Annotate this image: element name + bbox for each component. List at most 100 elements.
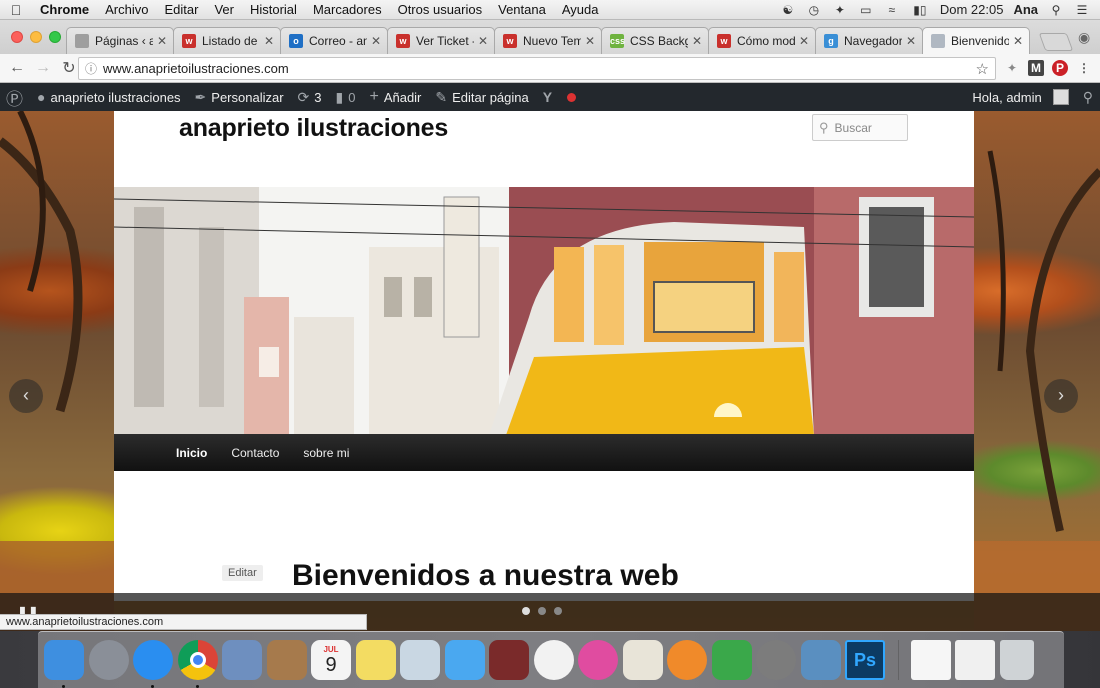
browser-tab[interactable]: w Listado de p ✕: [173, 27, 281, 54]
tab-list: Páginas ‹ an ✕ w Listado de p ✕ o Correo - ana…: [66, 27, 1030, 54]
menu-historial[interactable]: Historial: [242, 2, 305, 17]
menu-user[interactable]: Ana: [1013, 2, 1038, 17]
wp-edit-page[interactable]: ✎ Editar página: [428, 89, 535, 106]
browser-tab[interactable]: o Correo - ana ✕: [280, 27, 388, 54]
nav-item-contacto[interactable]: Contacto: [231, 446, 279, 460]
document-icon[interactable]: [910, 640, 951, 680]
tool-icon[interactable]: ✦: [832, 4, 848, 16]
wp-site-menu[interactable]: ● anaprieto ilustraciones: [30, 89, 188, 105]
page-info-icon[interactable]: ⓘ: [85, 60, 97, 77]
tab-close-icon[interactable]: ✕: [799, 34, 809, 48]
photos-icon[interactable]: [533, 640, 574, 680]
photoshop-icon[interactable]: Ps: [845, 640, 885, 680]
tab-close-icon[interactable]: ✕: [906, 34, 916, 48]
browser-tab[interactable]: Páginas ‹ an ✕: [66, 27, 174, 54]
address-bar[interactable]: ⓘ www.anaprietoilustraciones.com ☆: [78, 57, 996, 80]
close-window-button[interactable]: [11, 31, 23, 43]
numbers-icon[interactable]: [711, 640, 752, 680]
menu-editar[interactable]: Editar: [156, 2, 206, 17]
itunes-icon[interactable]: [578, 640, 618, 680]
wp-my-account[interactable]: Hola, admin: [965, 89, 1075, 105]
browser-tab[interactable]: Bienvenidos ✕: [922, 27, 1030, 54]
tab-close-icon[interactable]: ✕: [692, 34, 702, 48]
menu-clock[interactable]: Dom 22:05: [940, 2, 1004, 17]
tab-close-icon[interactable]: ✕: [1013, 34, 1023, 48]
tab-close-icon[interactable]: ✕: [478, 34, 488, 48]
contacts-icon[interactable]: [266, 640, 307, 680]
notes-icon[interactable]: [355, 640, 396, 680]
notification-center-icon[interactable]: ☰: [1074, 4, 1090, 16]
tab-close-icon[interactable]: ✕: [157, 34, 167, 48]
tab-favicon-icon: o: [289, 34, 303, 48]
menu-ver[interactable]: Ver: [206, 2, 242, 17]
safari-icon[interactable]: [133, 640, 173, 688]
back-button[interactable]: ←: [4, 59, 30, 77]
apple-menu-icon[interactable]: : [0, 2, 32, 18]
profile-icon[interactable]: ◉: [1078, 29, 1090, 46]
nav-item-inicio[interactable]: Inicio: [176, 446, 207, 460]
tab-close-icon[interactable]: ✕: [585, 34, 595, 48]
preview-document-icon[interactable]: [955, 640, 995, 680]
browser-tab[interactable]: css CSS Backgro ✕: [601, 27, 709, 54]
browser-tab[interactable]: w Cómo modif ✕: [708, 27, 816, 54]
airplay-icon[interactable]: ▭: [858, 4, 874, 16]
preview-icon[interactable]: [400, 640, 440, 680]
new-tab-button[interactable]: [1038, 33, 1074, 51]
chrome-icon[interactable]: [177, 640, 218, 688]
zoom-window-button[interactable]: [49, 31, 61, 43]
chrome-menu-icon[interactable]: ⋮: [1076, 60, 1092, 76]
browser-tab[interactable]: g Navegador C ✕: [815, 27, 923, 54]
slideshow-dot[interactable]: [522, 607, 530, 615]
menu-ventana[interactable]: Ventana: [490, 2, 554, 17]
image-capture-icon[interactable]: [800, 640, 841, 680]
edit-page-link[interactable]: Editar: [222, 565, 263, 581]
browser-tab[interactable]: w Ver Ticket - ✕: [387, 27, 495, 54]
creative-cloud-icon[interactable]: ☯: [780, 4, 796, 16]
time-machine-icon[interactable]: ◷: [806, 4, 822, 16]
extension-m-icon[interactable]: M: [1028, 60, 1044, 76]
menu-app-name[interactable]: Chrome: [32, 2, 97, 17]
site-title[interactable]: anaprieto ilustraciones: [179, 114, 448, 143]
textedit-icon[interactable]: [622, 640, 663, 680]
photo-booth-icon[interactable]: [489, 640, 529, 680]
finder-icon[interactable]: [44, 640, 84, 688]
wp-search-button[interactable]: ⚲: [1076, 89, 1100, 106]
menu-marcadores[interactable]: Marcadores: [305, 2, 390, 17]
minimize-window-button[interactable]: [30, 31, 42, 43]
mail-icon[interactable]: [222, 640, 262, 680]
menu-archivo[interactable]: Archivo: [97, 2, 156, 17]
menu-otros-usuarios[interactable]: Otros usuarios: [390, 2, 491, 17]
wp-new-content[interactable]: + Añadir: [362, 88, 428, 106]
wp-updates[interactable]: ⟳ 3: [291, 89, 329, 106]
launchpad-icon[interactable]: [88, 640, 129, 680]
menu-ayuda[interactable]: Ayuda: [554, 2, 607, 17]
pinterest-icon[interactable]: P: [1052, 60, 1068, 76]
updates-icon: ⟳: [297, 88, 310, 105]
ibooks-icon[interactable]: [667, 640, 707, 680]
plus-icon: +: [369, 88, 379, 105]
wp-customize[interactable]: ✒ Personalizar: [188, 89, 291, 106]
search-input[interactable]: ⚲ Buscar: [812, 114, 908, 141]
wp-logo-menu[interactable]: Ⓟ: [0, 85, 30, 110]
trash-icon[interactable]: [999, 640, 1034, 680]
nav-item-sobre-mi[interactable]: sobre mi: [303, 446, 349, 460]
slideshow-prev-button[interactable]: ‹: [9, 379, 43, 413]
browser-tab[interactable]: w Nuevo Tema ✕: [494, 27, 602, 54]
slideshow-dot[interactable]: [538, 607, 546, 615]
battery-icon[interactable]: ▮▯: [910, 4, 930, 16]
bookmark-star-icon[interactable]: ☆: [976, 60, 989, 78]
slideshow-dot[interactable]: [554, 607, 562, 615]
extension-icon[interactable]: ✦: [1004, 60, 1020, 76]
system-preferences-icon[interactable]: [756, 640, 796, 680]
forward-button[interactable]: →: [30, 59, 56, 77]
wifi-icon[interactable]: ≈: [884, 4, 900, 16]
calendar-icon[interactable]: JUL 9: [311, 640, 351, 680]
spotlight-search-icon[interactable]: ⚲: [1048, 4, 1064, 16]
slideshow-next-button[interactable]: ›: [1044, 379, 1078, 413]
messages-icon[interactable]: [444, 640, 485, 680]
tab-close-icon[interactable]: ✕: [371, 34, 381, 48]
tab-close-icon[interactable]: ✕: [264, 34, 274, 48]
browser-toolbar: ← → ↻ ⓘ www.anaprietoilustraciones.com ☆…: [0, 54, 1100, 83]
wp-comments[interactable]: ▮ 0: [329, 89, 363, 106]
wp-seo-menu[interactable]: Y: [536, 89, 583, 105]
